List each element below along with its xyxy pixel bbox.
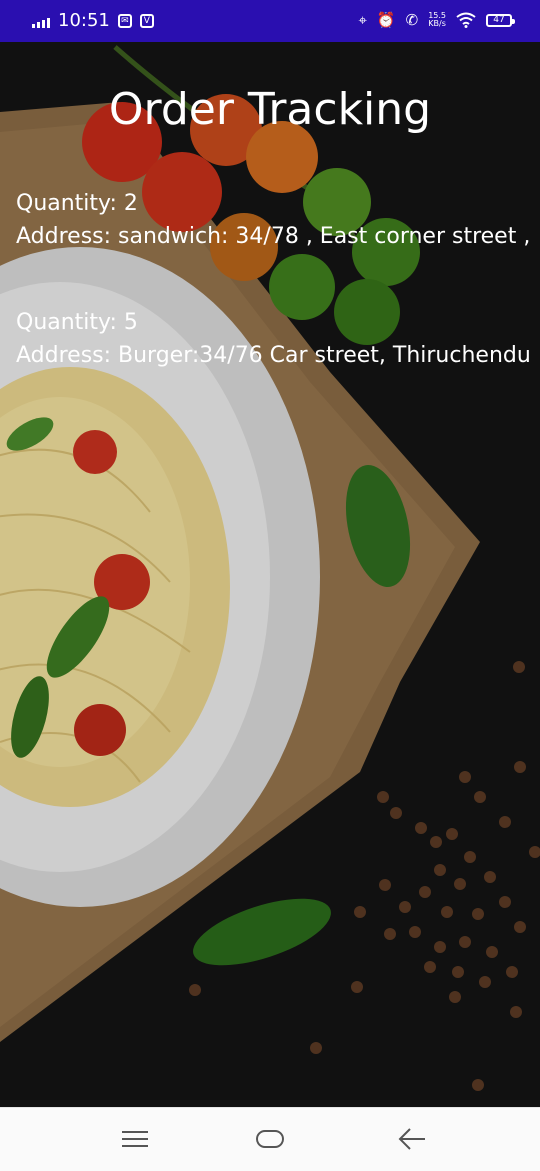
status-bar: 10:51 ✉ Ⅴ ⌖ ⏰ ✆ 15.5 KB/s 47 (0, 0, 540, 42)
battery-level: 47 (493, 14, 505, 25)
location-icon: ⌖ (358, 11, 367, 29)
order-item[interactable]: Quantity: 5 Address: Burger:34/76 Car st… (16, 306, 540, 372)
order-address: Address: sandwich: 34/78 , East corner s… (16, 224, 531, 249)
app-notification-icon: Ⅴ (139, 13, 154, 28)
back-icon[interactable] (390, 1124, 434, 1154)
menu-icon[interactable] (113, 1124, 157, 1154)
home-icon[interactable] (248, 1124, 292, 1154)
network-speed: 15.5 KB/s (428, 12, 446, 28)
signal-icon (32, 14, 50, 28)
page-title: Order Tracking (108, 84, 432, 135)
navigation-bar (0, 1107, 540, 1171)
call-icon: ✆ (405, 11, 419, 29)
order-address: Address: Burger:34/76 Car street, Thiruc… (16, 343, 531, 368)
network-speed-unit: KB/s (428, 19, 446, 28)
wifi-icon (456, 12, 476, 28)
order-quantity: Quantity: 5 (16, 310, 138, 335)
alarm-icon: ⏰ (376, 11, 396, 29)
mail-notification-icon: ✉ (117, 13, 132, 28)
order-item[interactable]: Quantity: 2 Address: sandwich: 34/78 , E… (16, 187, 540, 253)
status-bar-left: 10:51 ✉ Ⅴ (32, 10, 154, 31)
battery-icon: 47 (486, 13, 515, 27)
order-quantity: Quantity: 2 (16, 191, 138, 216)
status-bar-right: ⌖ ⏰ ✆ 15.5 KB/s 47 (358, 11, 515, 29)
status-time: 10:51 (58, 10, 110, 31)
